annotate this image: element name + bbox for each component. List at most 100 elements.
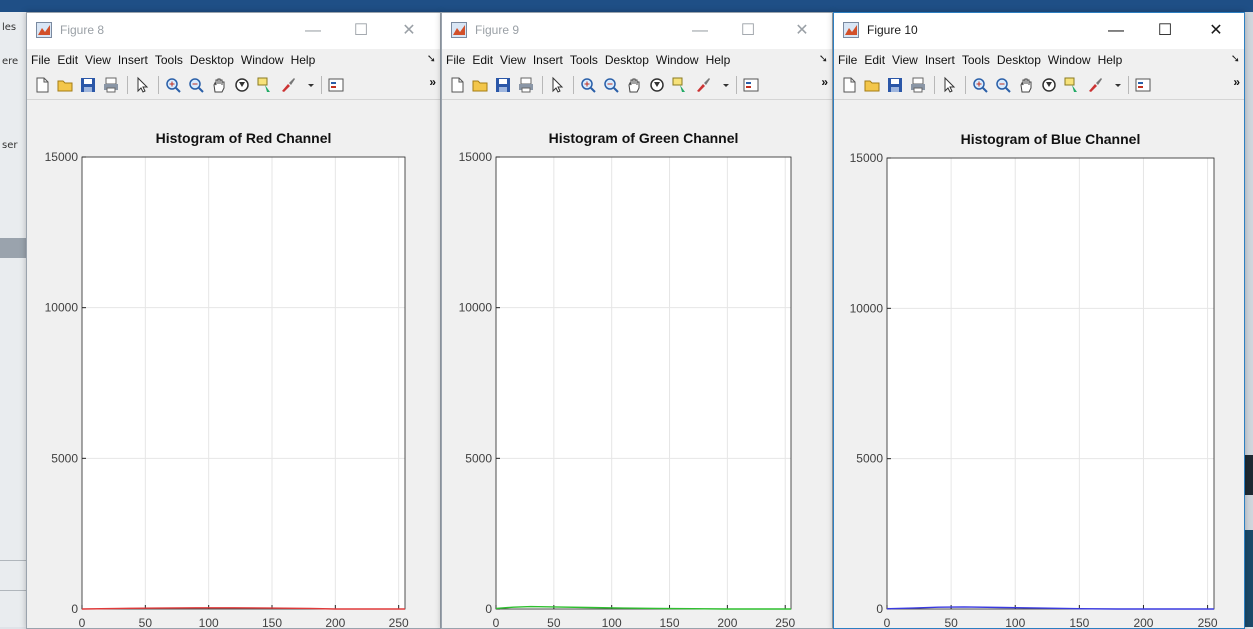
close-button[interactable]: ✕	[1196, 19, 1236, 43]
toolbar-separator	[1128, 76, 1129, 94]
menu-insert[interactable]: Insert	[921, 49, 958, 67]
menu-help[interactable]: Help	[702, 49, 734, 67]
matlab-figure-icon	[843, 22, 859, 38]
print-icon[interactable]	[102, 76, 120, 94]
save-icon[interactable]	[886, 76, 904, 94]
pan-icon[interactable]	[625, 76, 643, 94]
pan-icon[interactable]	[210, 76, 228, 94]
menu-help[interactable]: Help	[287, 49, 319, 67]
menu-file[interactable]: File	[27, 49, 53, 67]
menu-overflow-icon[interactable]: ➘	[1231, 52, 1240, 65]
zoom-in-icon[interactable]	[971, 76, 989, 94]
maximize-button[interactable]: ☐	[341, 19, 381, 43]
dropdown-arrow-icon[interactable]	[717, 76, 735, 94]
x-tick-label: 200	[325, 616, 345, 628]
menu-overflow-icon[interactable]: ➘	[427, 52, 436, 65]
menu-tools[interactable]: Tools	[958, 49, 993, 67]
minimize-button[interactable]: —	[680, 19, 720, 43]
title-bar[interactable]: Figure 9 — ☐ ✕	[442, 13, 832, 49]
minimize-button[interactable]: —	[1096, 19, 1136, 43]
figure-8-window[interactable]: Figure 8 — ☐ ✕ File Edit View Insert Tools De…	[26, 12, 441, 629]
menu-desktop[interactable]: Desktop	[993, 49, 1044, 67]
menu-view[interactable]: View	[888, 49, 921, 67]
zoom-out-icon[interactable]	[602, 76, 620, 94]
y-tick-label: 5000	[856, 452, 883, 466]
menu-tools[interactable]: Tools	[151, 49, 186, 67]
save-icon[interactable]	[79, 76, 97, 94]
plot-title: Histogram of Blue Channel	[961, 131, 1141, 147]
save-icon[interactable]	[494, 76, 512, 94]
x-tick-label: 250	[389, 616, 409, 628]
title-bar[interactable]: Figure 8 — ☐ ✕	[27, 13, 440, 49]
menu-overflow-icon[interactable]: ➘	[819, 52, 828, 65]
menu-insert[interactable]: Insert	[529, 49, 566, 67]
menu-bar: File Edit View Insert Tools Desktop Window Help…	[442, 49, 832, 71]
zoom-in-icon[interactable]	[579, 76, 597, 94]
x-tick-label: 50	[139, 616, 153, 628]
x-tick-label: 200	[1133, 616, 1153, 628]
data-cursor-icon[interactable]	[1063, 76, 1081, 94]
zoom-in-icon[interactable]	[164, 76, 182, 94]
maximize-button[interactable]: ☐	[728, 19, 768, 43]
menu-window[interactable]: Window	[237, 49, 287, 67]
menu-view[interactable]: View	[496, 49, 529, 67]
plot-title: Histogram of Red Channel	[156, 130, 332, 146]
matlab-figure-icon	[36, 22, 52, 38]
menu-edit[interactable]: Edit	[468, 49, 496, 67]
menu-edit[interactable]: Edit	[53, 49, 81, 67]
menu-help[interactable]: Help	[1094, 49, 1126, 67]
maximize-button[interactable]: ☐	[1145, 19, 1185, 43]
menu-window[interactable]: Window	[1044, 49, 1094, 67]
new-figure-icon[interactable]	[33, 76, 51, 94]
menu-file[interactable]: File	[834, 49, 860, 67]
legend-icon[interactable]	[742, 76, 760, 94]
title-bar[interactable]: Figure 10 — ☐ ✕	[834, 13, 1244, 49]
print-icon[interactable]	[909, 76, 927, 94]
legend-icon[interactable]	[1134, 76, 1152, 94]
toolbar-overflow-icon[interactable]: »	[821, 75, 828, 89]
open-file-icon[interactable]	[863, 76, 881, 94]
open-file-icon[interactable]	[471, 76, 489, 94]
brush-icon[interactable]	[1086, 76, 1104, 94]
figure-9-window[interactable]: Figure 9 — ☐ ✕ File Edit View Insert Tools De…	[441, 12, 833, 629]
menu-edit[interactable]: Edit	[860, 49, 888, 67]
close-button[interactable]: ✕	[389, 19, 429, 43]
close-button[interactable]: ✕	[782, 19, 822, 43]
rotate-3d-icon[interactable]	[233, 76, 251, 94]
open-file-icon[interactable]	[56, 76, 74, 94]
menu-file[interactable]: File	[442, 49, 468, 67]
data-cursor-icon[interactable]	[671, 76, 689, 94]
legend-icon[interactable]	[327, 76, 345, 94]
print-icon[interactable]	[517, 76, 535, 94]
x-tick-label: 100	[199, 616, 219, 628]
data-cursor-icon[interactable]	[256, 76, 274, 94]
toolbar-overflow-icon[interactable]: »	[429, 75, 436, 89]
dropdown-arrow-icon[interactable]	[302, 76, 320, 94]
new-figure-icon[interactable]	[448, 76, 466, 94]
pointer-icon[interactable]	[548, 76, 566, 94]
y-tick-label: 0	[876, 602, 883, 616]
menu-desktop[interactable]: Desktop	[601, 49, 652, 67]
rotate-3d-icon[interactable]	[1040, 76, 1058, 94]
pan-icon[interactable]	[1017, 76, 1035, 94]
x-tick-label: 100	[1005, 616, 1025, 628]
new-figure-icon[interactable]	[840, 76, 858, 94]
rotate-3d-icon[interactable]	[648, 76, 666, 94]
brush-icon[interactable]	[279, 76, 297, 94]
menu-view[interactable]: View	[81, 49, 114, 67]
toolbar-separator	[158, 76, 159, 94]
y-tick-label: 0	[485, 602, 492, 616]
toolbar-overflow-icon[interactable]: »	[1233, 75, 1240, 89]
menu-tools[interactable]: Tools	[566, 49, 601, 67]
pointer-icon[interactable]	[940, 76, 958, 94]
minimize-button[interactable]: —	[293, 19, 333, 43]
zoom-out-icon[interactable]	[994, 76, 1012, 94]
menu-desktop[interactable]: Desktop	[186, 49, 237, 67]
pointer-icon[interactable]	[133, 76, 151, 94]
menu-insert[interactable]: Insert	[114, 49, 151, 67]
dropdown-arrow-icon[interactable]	[1109, 76, 1127, 94]
brush-icon[interactable]	[694, 76, 712, 94]
menu-window[interactable]: Window	[652, 49, 702, 67]
figure-10-window[interactable]: Figure 10 — ☐ ✕ File Edit View Insert Tools D…	[833, 12, 1245, 629]
zoom-out-icon[interactable]	[187, 76, 205, 94]
